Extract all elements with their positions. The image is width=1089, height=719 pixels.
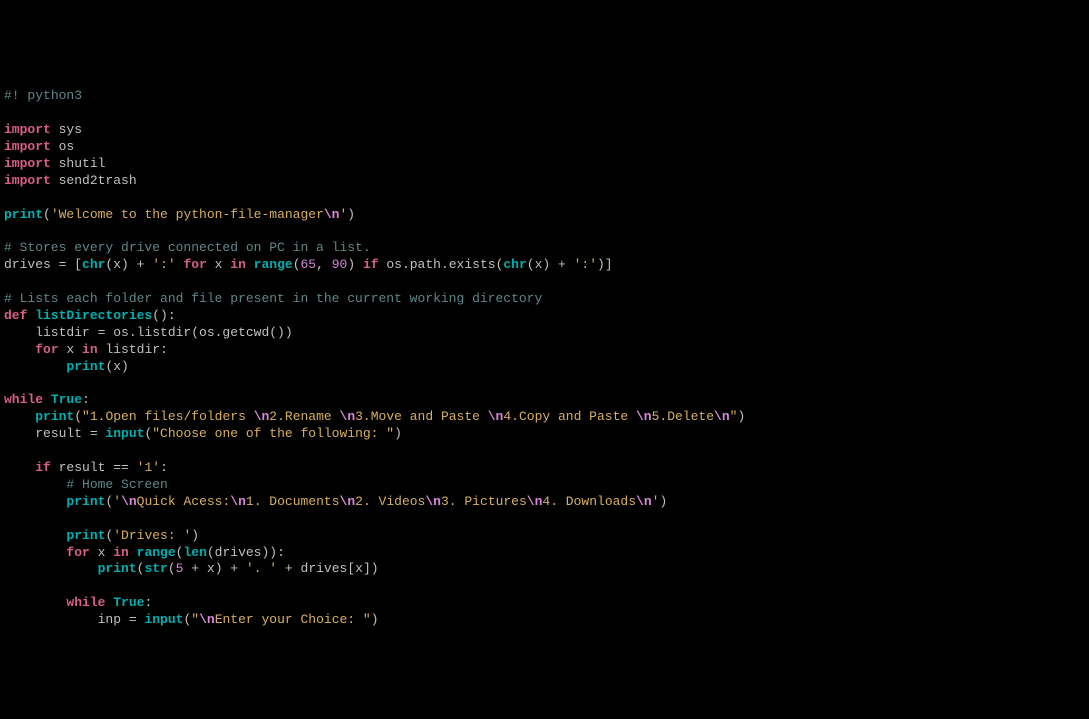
line-body3: print(x) bbox=[4, 359, 129, 374]
line-comment-2: # Lists each folder and file present in … bbox=[4, 291, 542, 306]
shebang-text: python3 bbox=[20, 88, 82, 103]
line-import-4: import send2trash bbox=[4, 173, 137, 188]
line-welcome: print('Welcome to the python-file-manage… bbox=[4, 207, 355, 222]
line-for2: for x in range(len(drives)): bbox=[4, 545, 285, 560]
line-qa: print('\nQuick Acess:\n1. Documents\n2. … bbox=[4, 494, 667, 509]
line-comment-1: # Stores every drive connected on PC in … bbox=[4, 240, 371, 255]
line-inp: inp = input("\nEnter your Choice: ") bbox=[4, 612, 379, 627]
line-body2: for x in listdir: bbox=[4, 342, 168, 357]
line-result: result = input("Choose one of the follow… bbox=[4, 426, 402, 441]
code-editor[interactable]: #! python3 import sys import os import s… bbox=[4, 72, 1089, 631]
shebang-hash: #! bbox=[4, 88, 20, 103]
line-shebang: #! python3 bbox=[4, 88, 82, 103]
line-funcdef: def listDirectories(): bbox=[4, 308, 176, 323]
line-drv: print('Drives: ') bbox=[4, 528, 199, 543]
line-import-2: import os bbox=[4, 139, 74, 154]
line-menu: print("1.Open files/folders \n2.Rename \… bbox=[4, 409, 745, 424]
line-while2: while True: bbox=[4, 595, 152, 610]
line-import-3: import shutil bbox=[4, 156, 105, 171]
line-forbody: print(str(5 + x) + '. ' + drives[x]) bbox=[4, 561, 379, 576]
line-import-1: import sys bbox=[4, 122, 82, 137]
line-drives: drives = [chr(x) + ':' for x in range(65… bbox=[4, 257, 613, 272]
line-while1: while True: bbox=[4, 392, 90, 407]
line-if1: if result == '1': bbox=[4, 460, 168, 475]
line-comment-3: # Home Screen bbox=[4, 477, 168, 492]
line-body1: listdir = os.listdir(os.getcwd()) bbox=[4, 325, 293, 340]
